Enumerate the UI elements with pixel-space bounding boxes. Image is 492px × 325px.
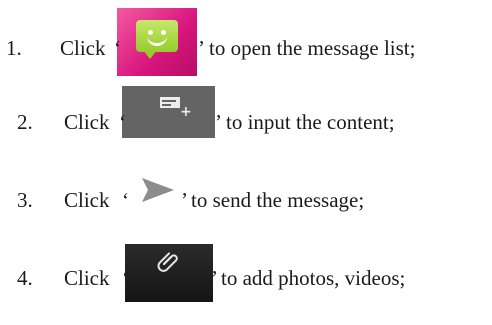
paperclip-attach-icon[interactable] — [125, 244, 213, 302]
step-description: to open the message list; — [209, 36, 416, 60]
close-quote: ’ — [198, 36, 205, 60]
chat-bubble-shape — [136, 20, 178, 52]
step-number: 2. — [17, 110, 33, 134]
close-quote: ’ — [181, 188, 188, 212]
open-quote: ‘ — [114, 36, 121, 60]
step-description: to send the message; — [191, 188, 365, 212]
step-description: to add photos, videos; — [221, 266, 406, 290]
step-click-word: Click — [60, 36, 106, 60]
step-number: 1. — [6, 36, 22, 60]
step-description: to input the content; — [226, 110, 395, 134]
send-arrow-icon[interactable] — [140, 176, 176, 204]
open-quote: ‘ — [119, 110, 126, 134]
close-quote: ’ — [211, 266, 218, 290]
close-quote: ’ — [215, 110, 222, 134]
new-message-icon[interactable]: + — [122, 86, 215, 138]
step-click-word: Click — [64, 188, 110, 212]
step-number: 3. — [17, 188, 33, 212]
step-click-word: Click — [64, 110, 110, 134]
plus-icon: + — [180, 104, 192, 120]
messaging-app-icon[interactable] — [117, 8, 197, 76]
open-quote: ‘ — [122, 188, 129, 212]
step-number: 4. — [17, 266, 33, 290]
open-quote: ‘ — [122, 266, 129, 290]
step-click-word: Click — [64, 266, 110, 290]
